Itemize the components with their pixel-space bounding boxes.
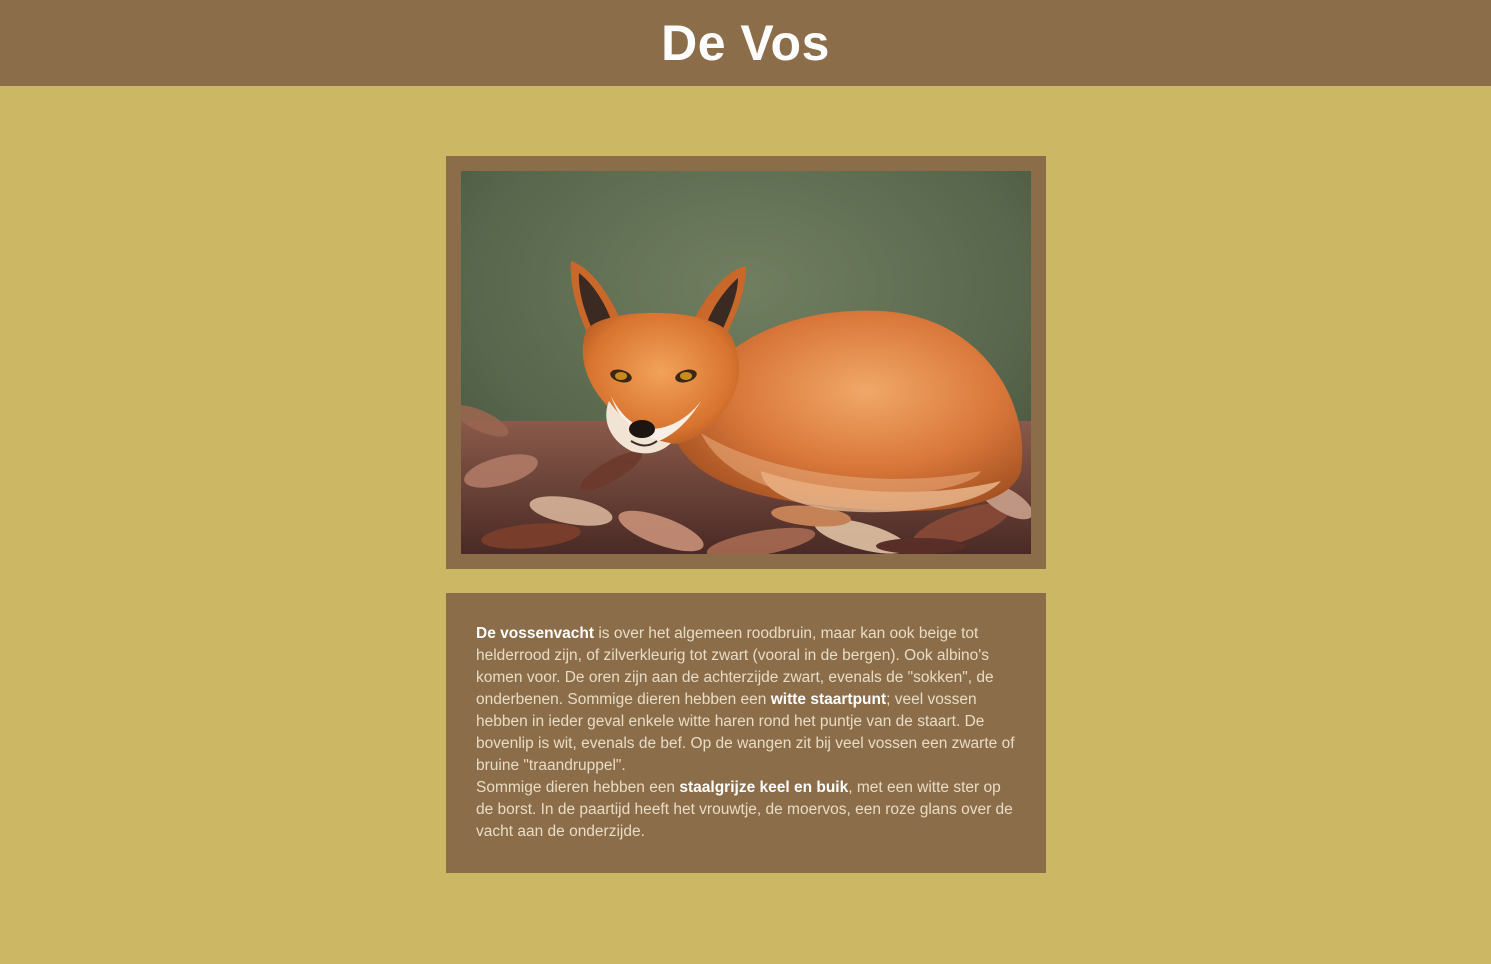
- bold-term-keel-en-buik: staalgrijze keel en buik: [679, 779, 849, 796]
- description-paragraph-1: De vossenvacht is over het algemeen rood…: [476, 623, 1016, 777]
- page-title: De Vos: [661, 15, 830, 71]
- page-header: De Vos: [0, 0, 1491, 86]
- bold-term-witte-staartpunt: witte staartpunt: [770, 691, 887, 708]
- paragraph-2-text-a: Sommige dieren hebben een: [476, 779, 680, 796]
- description-paragraph-2: Sommige dieren hebben een staalgrijze ke…: [476, 777, 1016, 843]
- bold-term-vossenvacht: De vossenvacht: [476, 625, 595, 642]
- fox-photo: [461, 171, 1031, 554]
- description-card: De vossenvacht is over het algemeen rood…: [446, 593, 1046, 873]
- photo-frame: [446, 156, 1046, 569]
